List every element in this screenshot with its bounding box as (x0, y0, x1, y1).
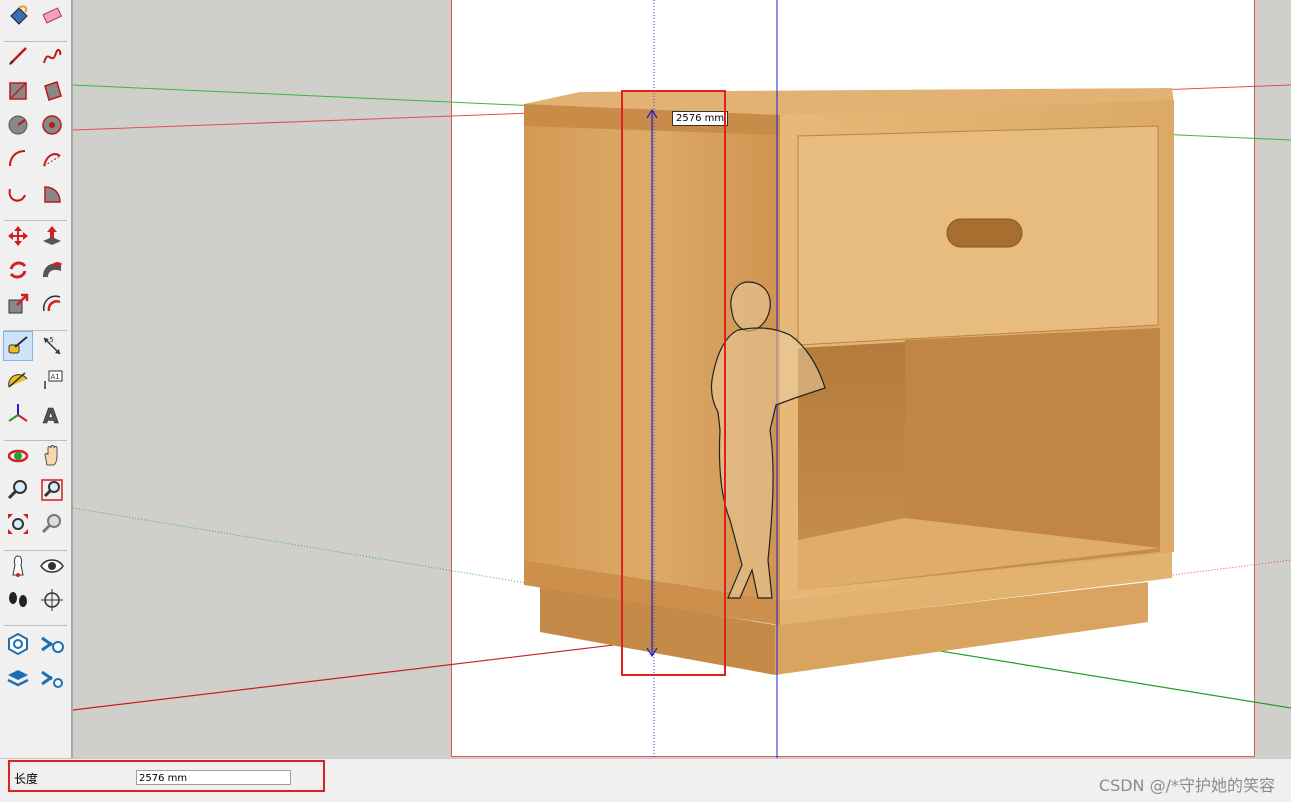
shelf-back (905, 328, 1160, 548)
watermark: CSDN @/*守护她的笑容 (1098, 776, 1275, 795)
status-bar: 长度 2576 mm CSDN @/*守护她的笑容 (0, 758, 1291, 802)
drawer-handle (946, 218, 1023, 248)
highlight-box (621, 90, 726, 676)
measurement-input[interactable]: 2576 mm (136, 770, 291, 785)
measurement-label: 长度 (14, 772, 39, 786)
